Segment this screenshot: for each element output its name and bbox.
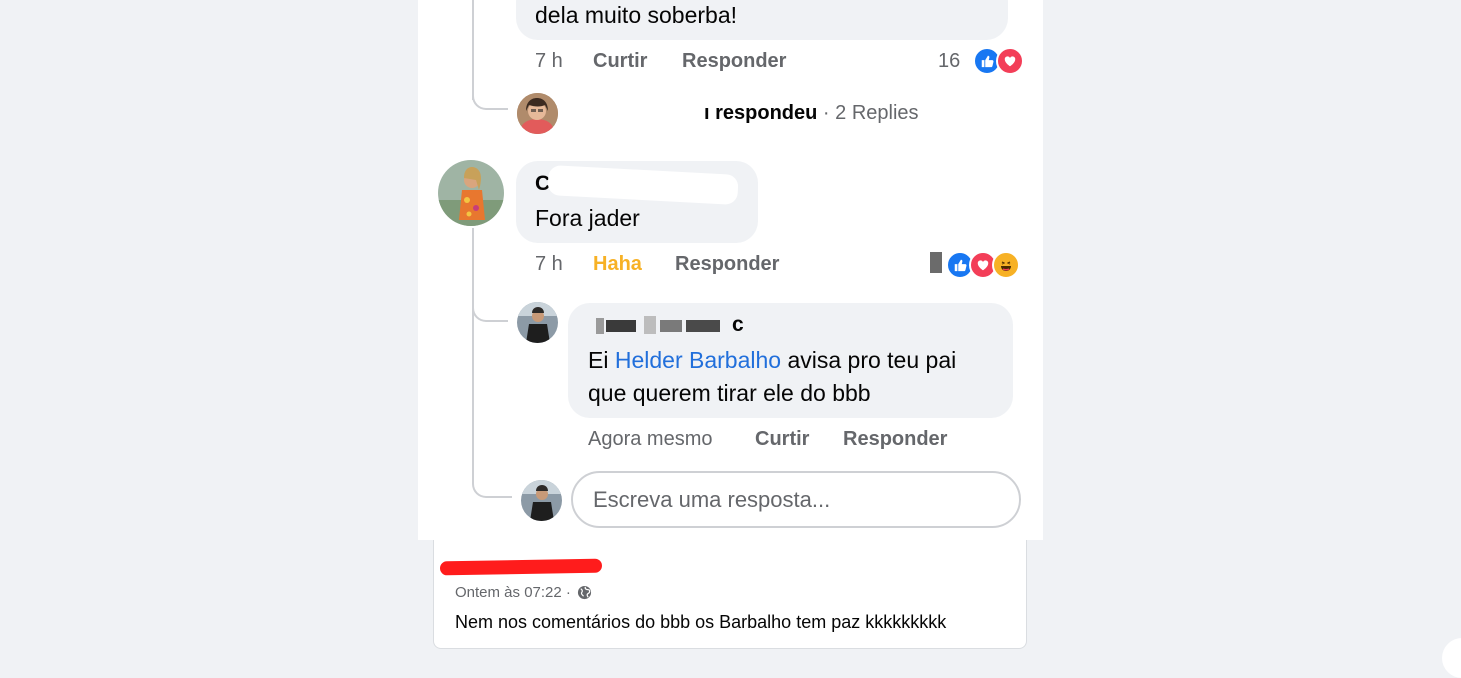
thread-connector [472,300,508,322]
comment-text: dela muito soberba! [535,2,738,28]
author-tail: c [732,313,744,336]
like-button[interactable]: Curtir [593,50,647,73]
avatar[interactable] [517,302,558,343]
post-text: Nem nos comentários do bbb os Barbalho t… [455,612,947,632]
author-redaction [606,320,636,332]
thread-line [472,228,474,483]
reply-text-suffix: avisa pro teu pai [781,347,957,373]
name-redaction [439,558,603,576]
thread-connector [472,80,508,110]
mention-link[interactable]: Helder Barbalho [615,347,781,373]
reply-button[interactable]: Responder [682,50,786,73]
like-button[interactable]: Curtir [755,428,809,451]
thread-connector [472,470,512,498]
author-redaction [644,316,656,334]
author-redaction [686,320,720,332]
reply-button[interactable]: Responder [843,428,947,451]
replies-count: · 2 Replies [822,102,919,124]
globe-icon [577,585,592,604]
reply-text-prefix: Ei [588,347,615,373]
avatar [521,480,562,521]
author-redaction [596,318,604,334]
reply-button[interactable]: Responder [675,253,779,276]
avatar[interactable] [517,93,558,134]
scroll-corner [1442,638,1461,678]
reaction-count[interactable]: 16 [938,50,960,73]
haha-icon [992,251,1020,279]
count-redaction [930,252,942,273]
love-icon [996,47,1024,75]
replies-summary-text: ı respondeu [704,102,818,124]
reply-text: Ei Helder Barbalho avisa pro teu pai [588,347,956,374]
avatar[interactable] [438,160,504,226]
comment-time[interactable]: 7 h [535,50,563,73]
reaction-icons[interactable] [973,47,1024,75]
comment-time[interactable]: 7 h [535,253,563,276]
comment-text: Fora jader [535,205,640,231]
reply-input[interactable] [593,487,993,513]
reaction-icons[interactable] [946,251,1020,279]
reply-text-line2: que querem tirar ele do bbb [588,380,871,406]
author-redaction [660,320,682,332]
timestamp-text: Ontem às 07:22 · [455,584,571,601]
haha-reaction-button[interactable]: Haha [593,253,642,276]
post-timestamp[interactable]: Ontem às 07:22 · [455,584,592,604]
reply-time[interactable]: Agora mesmo [588,428,713,451]
replies-summary[interactable]: ı respondeu · 2 Replies [704,102,919,125]
reply-input-box[interactable] [571,471,1021,528]
